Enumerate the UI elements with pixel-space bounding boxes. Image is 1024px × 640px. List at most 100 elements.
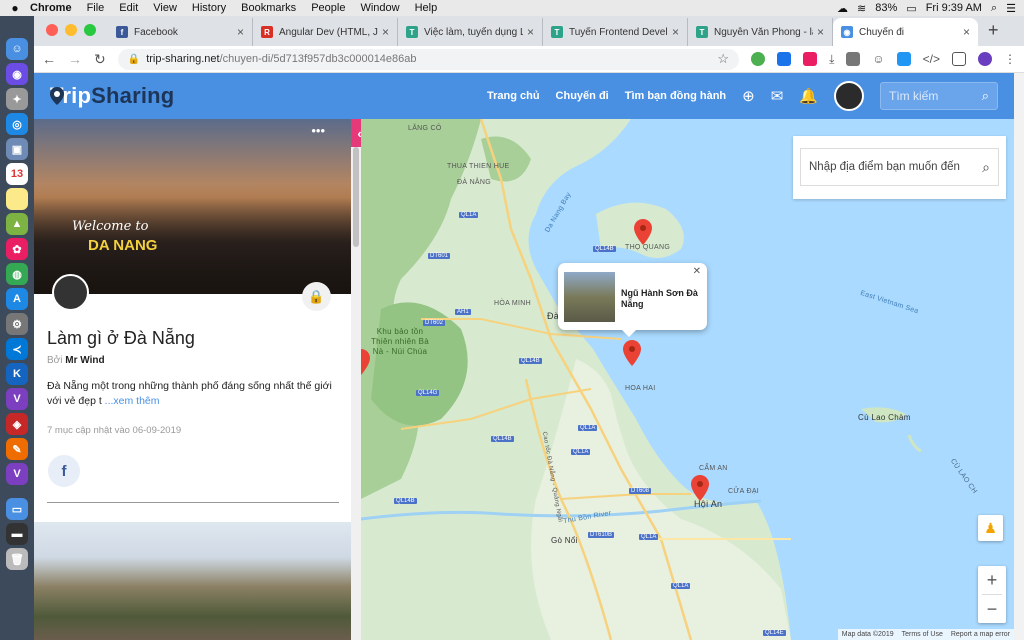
lock-button[interactable]: 🔒 <box>302 282 331 311</box>
extension-google-icon[interactable] <box>803 52 818 66</box>
preview-icon[interactable]: ▣ <box>6 138 28 160</box>
postman-icon[interactable]: ✎ <box>6 438 28 460</box>
browser-tab[interactable]: T Tuyển Frontend Developer... × <box>543 18 688 46</box>
new-tab-button[interactable]: + <box>978 20 1009 46</box>
wifi-icon[interactable]: ≋ <box>857 2 866 15</box>
street-view-pegman-icon[interactable]: ♟ <box>978 515 1003 541</box>
maps-icon[interactable]: ▲ <box>6 213 28 235</box>
user-avatar[interactable] <box>834 81 864 111</box>
close-tab-icon[interactable]: × <box>817 25 824 39</box>
bell-icon[interactable]: 🔔 <box>799 87 818 105</box>
reload-icon[interactable]: ↻ <box>94 51 106 68</box>
siri-icon[interactable]: ◉ <box>6 63 28 85</box>
mail-icon[interactable]: ✉ <box>771 87 784 105</box>
menu-history[interactable]: History <box>192 2 226 14</box>
browser-tab[interactable]: R Angular Dev (HTML, Java... × <box>253 18 398 46</box>
browser-tab[interactable]: T Việc làm, tuyển dụng Lập... × <box>398 18 543 46</box>
nav-find-companion[interactable]: Tìm bạn đồng hành <box>625 90 726 102</box>
trash-icon[interactable]: 🗑 <box>6 548 28 570</box>
profile-avatar[interactable] <box>978 52 992 66</box>
popup-title[interactable]: Ngũ Hành Sơn Đà Nẵng <box>621 288 701 310</box>
browser-tab[interactable]: f Facebook × <box>108 18 253 46</box>
close-popup-icon[interactable]: ✕ <box>693 266 701 277</box>
menu-bookmarks[interactable]: Bookmarks <box>241 2 296 14</box>
vk-icon[interactable]: K <box>6 363 28 385</box>
app-red-icon[interactable]: ◈ <box>6 413 28 435</box>
clock[interactable]: Fri 9:39 AM <box>926 2 982 14</box>
extension-code-icon[interactable]: </> <box>923 52 940 66</box>
site-logo[interactable]: Trip Sharing <box>50 83 174 109</box>
map[interactable]: LĂNG CÔ THUA THIEN HUE ĐÀ NẴNG Da Nang B… <box>361 119 1014 640</box>
extension-box-icon[interactable] <box>846 52 861 66</box>
download-icon[interactable]: ⤓ <box>829 52 834 67</box>
map-info-popup[interactable]: Ngũ Hành Sơn Đà Nẵng ✕ <box>558 263 707 337</box>
visual-studio-icon[interactable]: V <box>6 388 28 410</box>
chrome-menu-icon[interactable]: ⋮ <box>1004 52 1016 66</box>
address-bar[interactable]: 🔒 trip-sharing.net/chuyen-di/5d713f957db… <box>117 48 740 70</box>
zoom-out-button[interactable]: − <box>978 595 1006 623</box>
page-scrollbar[interactable] <box>1014 73 1024 640</box>
map-marker-tho-quang[interactable] <box>634 219 652 245</box>
calendar-icon[interactable]: 13 <box>6 163 28 185</box>
menu-window[interactable]: Window <box>360 2 399 14</box>
visual-studio-2-icon[interactable]: V <box>6 463 28 485</box>
close-tab-icon[interactable]: × <box>963 25 970 39</box>
forward-icon[interactable]: → <box>68 51 82 67</box>
apple-icon[interactable]: ● <box>0 1 30 15</box>
read-more-link[interactable]: ...xem thêm <box>105 395 160 407</box>
folder-icon[interactable]: ▭ <box>6 498 28 520</box>
report-error-link[interactable]: Report a map error <box>951 631 1010 638</box>
browser-tab[interactable]: T Nguyễn Văn Phong - lập... × <box>688 18 833 46</box>
back-icon[interactable]: ← <box>42 51 56 67</box>
extension-drop-icon[interactable] <box>896 52 911 66</box>
battery-percent[interactable]: 83% <box>875 2 897 14</box>
search-icon[interactable]: ⌕ <box>982 88 989 104</box>
extension-translate-icon[interactable] <box>777 52 792 66</box>
facebook-share-button[interactable]: f <box>48 455 80 487</box>
browser-tab[interactable]: ◉ Chuyến đi × <box>833 18 978 46</box>
photos-icon[interactable]: ✿ <box>6 238 28 260</box>
close-tab-icon[interactable]: × <box>237 25 244 39</box>
cloud-icon[interactable]: ☁ <box>837 2 848 15</box>
notes-icon[interactable] <box>6 188 28 210</box>
minimize-window-icon[interactable] <box>65 24 77 36</box>
author-avatar[interactable] <box>52 274 89 311</box>
close-tab-icon[interactable]: × <box>382 25 389 39</box>
sidebar-scrollbar[interactable] <box>351 119 361 640</box>
map-marker-hoi-an[interactable] <box>691 475 709 501</box>
map-marker-ngu-hanh-son[interactable] <box>623 340 641 366</box>
place-cover-image[interactable] <box>34 522 351 640</box>
app-store-icon[interactable]: A <box>6 288 28 310</box>
terminal-icon[interactable]: ▬ <box>6 523 28 545</box>
maximize-window-icon[interactable] <box>84 24 96 36</box>
menu-view[interactable]: View <box>153 2 177 14</box>
sidebar-scroll-thumb[interactable] <box>353 147 359 247</box>
menu-edit[interactable]: Edit <box>119 2 138 14</box>
menu-app[interactable]: Chrome <box>30 2 72 14</box>
menu-help[interactable]: Help <box>415 2 438 14</box>
nav-home[interactable]: Trang chủ <box>487 90 540 102</box>
extension-face-icon[interactable]: ☺ <box>872 52 884 66</box>
menu-list-icon[interactable]: ☰ <box>1006 2 1016 15</box>
system-preferences-icon[interactable]: ⚙ <box>6 313 28 335</box>
close-window-icon[interactable] <box>46 24 58 36</box>
popup-thumbnail[interactable] <box>564 272 615 322</box>
map-marker-partial[interactable] <box>361 349 370 375</box>
vscode-icon[interactable]: ≺ <box>6 338 28 360</box>
close-tab-icon[interactable]: × <box>527 25 534 39</box>
terms-link[interactable]: Terms of Use <box>902 631 943 638</box>
menu-people[interactable]: People <box>311 2 345 14</box>
nav-trips[interactable]: Chuyến đi <box>556 90 609 102</box>
zoom-in-button[interactable]: + <box>978 566 1006 594</box>
search-icon[interactable]: ⌕ <box>991 2 997 15</box>
map-search-input[interactable]: Nhập địa điểm bạn muốn đến ⌕ <box>800 148 999 186</box>
extension-window-icon[interactable] <box>952 52 966 66</box>
add-circle-icon[interactable]: ⊕ <box>742 87 755 105</box>
finder-icon[interactable]: ☺ <box>6 38 28 60</box>
search-icon[interactable]: ⌕ <box>982 159 990 176</box>
chrome-icon[interactable]: ◍ <box>6 263 28 285</box>
launchpad-icon[interactable]: ✦ <box>6 88 28 110</box>
menu-file[interactable]: File <box>87 2 105 14</box>
author-name[interactable]: Mr Wind <box>65 355 104 366</box>
extension-grammarly-icon[interactable] <box>751 52 766 66</box>
